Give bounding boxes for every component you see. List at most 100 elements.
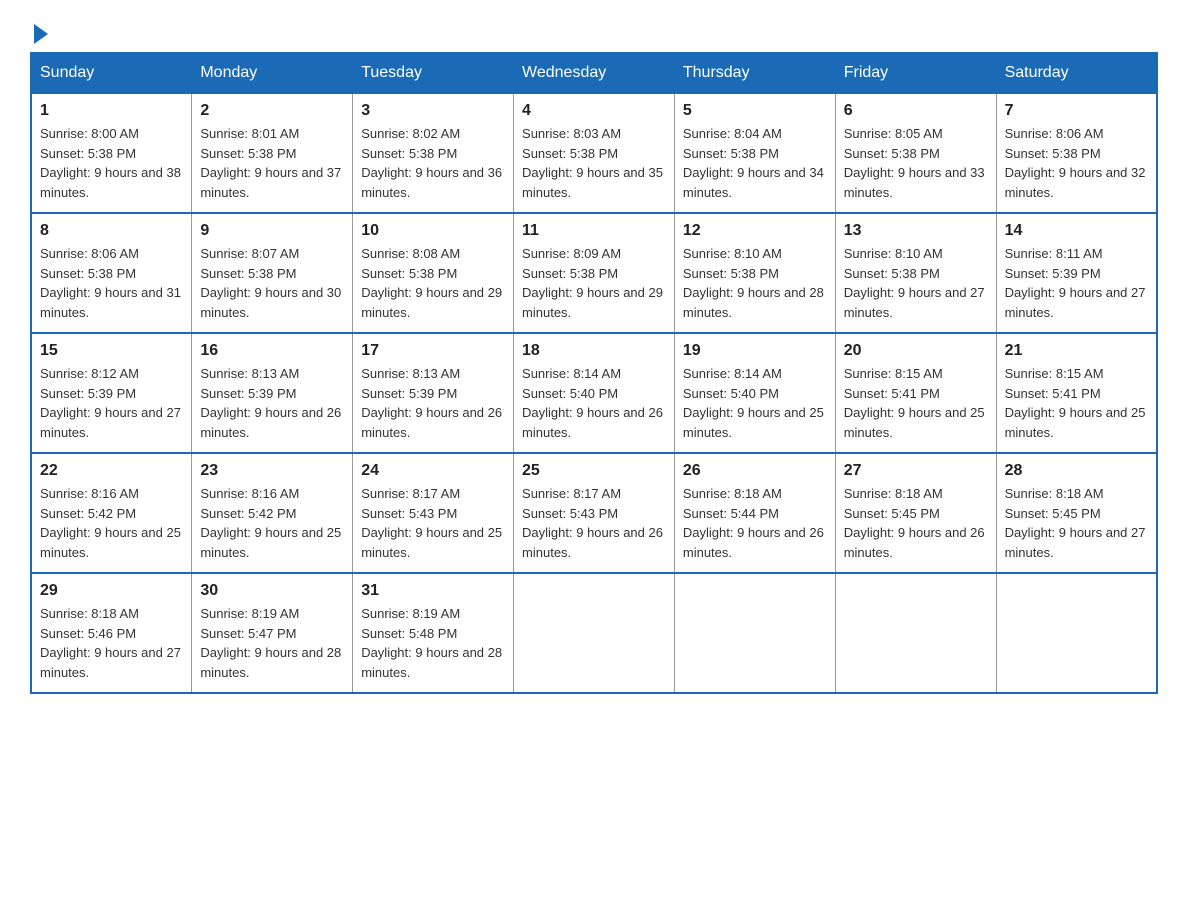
calendar-cell: 4Sunrise: 8:03 AMSunset: 5:38 PMDaylight… — [514, 93, 675, 213]
calendar-cell: 9 Sunrise: 8:07 AMSunset: 5:38 PMDaylight… — [192, 213, 353, 333]
calendar-cell: 27 Sunrise: 8:18 AMSunset: 5:45 PMDayligh… — [835, 453, 996, 573]
day-info: Sunrise: 8:11 AMSunset: 5:39 PMDaylight:… — [1005, 244, 1148, 322]
day-number: 20 — [844, 342, 988, 360]
day-number: 24 — [361, 462, 505, 480]
day-info: Sunrise: 8:16 AMSunset: 5:42 PMDaylight:… — [40, 484, 183, 562]
calendar-cell: 22 Sunrise: 8:16 AMSunset: 5:42 PMDayligh… — [31, 453, 192, 573]
calendar-cell: 30 Sunrise: 8:19 AMSunset: 5:47 PMDayligh… — [192, 573, 353, 693]
calendar-cell — [835, 573, 996, 693]
day-number: 10 — [361, 222, 505, 240]
day-info: Sunrise: 8:01 AMSunset: 5:38 PMDaylight:… — [200, 124, 344, 202]
calendar-week-row: 1 Sunrise: 8:00 AMSunset: 5:38 PMDaylight… — [31, 93, 1157, 213]
day-info: Sunrise: 8:00 AMSunset: 5:38 PMDaylight:… — [40, 124, 183, 202]
calendar-header-monday: Monday — [192, 53, 353, 93]
calendar-cell — [996, 573, 1157, 693]
day-info: Sunrise: 8:18 AMSunset: 5:46 PMDaylight:… — [40, 604, 183, 682]
calendar-cell: 8 Sunrise: 8:06 AMSunset: 5:38 PMDaylight… — [31, 213, 192, 333]
calendar-header-wednesday: Wednesday — [514, 53, 675, 93]
day-info: Sunrise: 8:19 AMSunset: 5:47 PMDaylight:… — [200, 604, 344, 682]
day-number: 6 — [844, 102, 988, 120]
day-number: 21 — [1005, 342, 1148, 360]
day-info: Sunrise: 8:14 AMSunset: 5:40 PMDaylight:… — [522, 364, 666, 442]
day-number: 27 — [844, 462, 988, 480]
day-info: Sunrise: 8:19 AMSunset: 5:48 PMDaylight:… — [361, 604, 505, 682]
day-number: 8 — [40, 222, 183, 240]
day-info: Sunrise: 8:10 AMSunset: 5:38 PMDaylight:… — [683, 244, 827, 322]
calendar-header-thursday: Thursday — [674, 53, 835, 93]
day-info: Sunrise: 8:13 AMSunset: 5:39 PMDaylight:… — [200, 364, 344, 442]
day-info: Sunrise: 8:14 AMSunset: 5:40 PMDaylight:… — [683, 364, 827, 442]
calendar-cell: 1 Sunrise: 8:00 AMSunset: 5:38 PMDaylight… — [31, 93, 192, 213]
day-number: 7 — [1005, 102, 1148, 120]
day-number: 1 — [40, 102, 183, 120]
day-info: Sunrise: 8:17 AMSunset: 5:43 PMDaylight:… — [522, 484, 666, 562]
day-number: 28 — [1005, 462, 1148, 480]
calendar-header-friday: Friday — [835, 53, 996, 93]
calendar-cell: 11 Sunrise: 8:09 AMSunset: 5:38 PMDayligh… — [514, 213, 675, 333]
day-number: 2 — [200, 102, 344, 120]
logo — [30, 20, 48, 42]
day-number: 15 — [40, 342, 183, 360]
day-number: 30 — [200, 582, 344, 600]
day-number: 31 — [361, 582, 505, 600]
day-info: Sunrise: 8:12 AMSunset: 5:39 PMDaylight:… — [40, 364, 183, 442]
calendar-cell: 12 Sunrise: 8:10 AMSunset: 5:38 PMDayligh… — [674, 213, 835, 333]
calendar-header-saturday: Saturday — [996, 53, 1157, 93]
calendar-week-row: 22 Sunrise: 8:16 AMSunset: 5:42 PMDayligh… — [31, 453, 1157, 573]
calendar-cell: 18 Sunrise: 8:14 AMSunset: 5:40 PMDayligh… — [514, 333, 675, 453]
day-number: 17 — [361, 342, 505, 360]
day-number: 11 — [522, 222, 666, 240]
day-info: Sunrise: 8:10 AMSunset: 5:38 PMDaylight:… — [844, 244, 988, 322]
calendar-cell — [514, 573, 675, 693]
day-number: 25 — [522, 462, 666, 480]
calendar-header-row: SundayMondayTuesdayWednesdayThursdayFrid… — [31, 53, 1157, 93]
page-header — [30, 20, 1158, 42]
day-info: Sunrise: 8:18 AMSunset: 5:45 PMDaylight:… — [844, 484, 988, 562]
day-number: 16 — [200, 342, 344, 360]
calendar-cell: 26Sunrise: 8:18 AMSunset: 5:44 PMDayligh… — [674, 453, 835, 573]
calendar-header-sunday: Sunday — [31, 53, 192, 93]
day-info: Sunrise: 8:06 AMSunset: 5:38 PMDaylight:… — [1005, 124, 1148, 202]
day-info: Sunrise: 8:05 AMSunset: 5:38 PMDaylight:… — [844, 124, 988, 202]
calendar-table: SundayMondayTuesdayWednesdayThursdayFrid… — [30, 52, 1158, 694]
calendar-cell: 17 Sunrise: 8:13 AMSunset: 5:39 PMDayligh… — [353, 333, 514, 453]
day-number: 12 — [683, 222, 827, 240]
calendar-week-row: 8 Sunrise: 8:06 AMSunset: 5:38 PMDaylight… — [31, 213, 1157, 333]
calendar-header-tuesday: Tuesday — [353, 53, 514, 93]
day-info: Sunrise: 8:09 AMSunset: 5:38 PMDaylight:… — [522, 244, 666, 322]
day-number: 29 — [40, 582, 183, 600]
day-number: 22 — [40, 462, 183, 480]
calendar-cell: 24 Sunrise: 8:17 AMSunset: 5:43 PMDayligh… — [353, 453, 514, 573]
calendar-cell: 29 Sunrise: 8:18 AMSunset: 5:46 PMDayligh… — [31, 573, 192, 693]
day-number: 14 — [1005, 222, 1148, 240]
calendar-cell: 14 Sunrise: 8:11 AMSunset: 5:39 PMDayligh… — [996, 213, 1157, 333]
calendar-cell: 7 Sunrise: 8:06 AMSunset: 5:38 PMDaylight… — [996, 93, 1157, 213]
day-number: 26 — [683, 462, 827, 480]
calendar-cell: 6 Sunrise: 8:05 AMSunset: 5:38 PMDaylight… — [835, 93, 996, 213]
calendar-cell: 31 Sunrise: 8:19 AMSunset: 5:48 PMDayligh… — [353, 573, 514, 693]
day-number: 13 — [844, 222, 988, 240]
calendar-cell: 21 Sunrise: 8:15 AMSunset: 5:41 PMDayligh… — [996, 333, 1157, 453]
calendar-cell: 3 Sunrise: 8:02 AMSunset: 5:38 PMDaylight… — [353, 93, 514, 213]
calendar-cell: 28 Sunrise: 8:18 AMSunset: 5:45 PMDayligh… — [996, 453, 1157, 573]
calendar-cell: 15 Sunrise: 8:12 AMSunset: 5:39 PMDayligh… — [31, 333, 192, 453]
day-info: Sunrise: 8:15 AMSunset: 5:41 PMDaylight:… — [844, 364, 988, 442]
day-info: Sunrise: 8:04 AMSunset: 5:38 PMDaylight:… — [683, 124, 827, 202]
day-info: Sunrise: 8:02 AMSunset: 5:38 PMDaylight:… — [361, 124, 505, 202]
calendar-cell — [674, 573, 835, 693]
day-number: 18 — [522, 342, 666, 360]
calendar-cell: 16 Sunrise: 8:13 AMSunset: 5:39 PMDayligh… — [192, 333, 353, 453]
day-info: Sunrise: 8:16 AMSunset: 5:42 PMDaylight:… — [200, 484, 344, 562]
day-info: Sunrise: 8:18 AMSunset: 5:45 PMDaylight:… — [1005, 484, 1148, 562]
day-number: 19 — [683, 342, 827, 360]
day-info: Sunrise: 8:15 AMSunset: 5:41 PMDaylight:… — [1005, 364, 1148, 442]
day-info: Sunrise: 8:13 AMSunset: 5:39 PMDaylight:… — [361, 364, 505, 442]
day-number: 9 — [200, 222, 344, 240]
logo-arrow-icon — [34, 24, 48, 44]
day-number: 3 — [361, 102, 505, 120]
day-info: Sunrise: 8:17 AMSunset: 5:43 PMDaylight:… — [361, 484, 505, 562]
day-number: 23 — [200, 462, 344, 480]
day-info: Sunrise: 8:07 AMSunset: 5:38 PMDaylight:… — [200, 244, 344, 322]
calendar-cell: 5Sunrise: 8:04 AMSunset: 5:38 PMDaylight… — [674, 93, 835, 213]
day-info: Sunrise: 8:06 AMSunset: 5:38 PMDaylight:… — [40, 244, 183, 322]
